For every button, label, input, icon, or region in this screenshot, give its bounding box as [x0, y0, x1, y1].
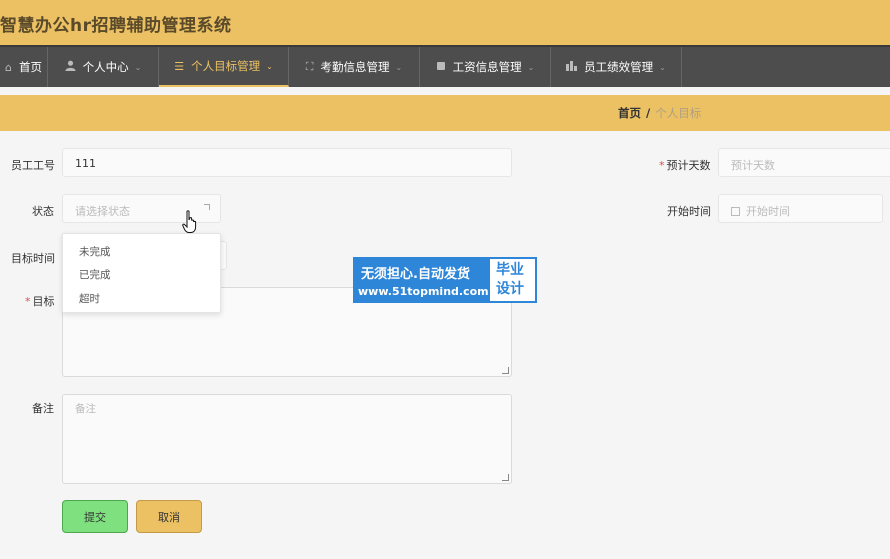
- nav-item-salary[interactable]: 工资信息管理 ⌄: [420, 47, 551, 87]
- nav-item-home[interactable]: ⌂ 首页: [0, 47, 48, 87]
- calendar-icon: [731, 207, 740, 216]
- start-time-placeholder: 开始时间: [746, 205, 790, 218]
- home-icon: ⌂: [5, 60, 12, 74]
- expected-days-field[interactable]: 预计天数: [718, 148, 890, 177]
- breadcrumb-home[interactable]: 首页: [618, 106, 641, 120]
- breadcrumb-separator: /: [646, 106, 651, 120]
- chevron-down-icon: ⌄: [527, 62, 535, 72]
- chart-icon: [566, 60, 578, 74]
- header: 智慧办公hr招聘辅助管理系统: [0, 0, 890, 45]
- nav-item-performance[interactable]: 员工绩效管理 ⌄: [551, 47, 682, 87]
- watermark-badge: 无须担心.自动发货 www.51topmind.com 毕业 设计: [353, 257, 537, 303]
- app-title: 智慧办公hr招聘辅助管理系统: [0, 16, 232, 36]
- nav-item-label: 员工绩效管理: [584, 60, 654, 74]
- employee-id-value: 111: [75, 157, 96, 170]
- chevron-down-icon: ⌄: [134, 62, 142, 72]
- fullscreen-icon: ⛶: [305, 60, 314, 73]
- nav-item-label: 考勤信息管理: [320, 60, 390, 74]
- status-dropdown: 未完成 已完成 超时: [62, 233, 221, 313]
- nav-item-personal-center[interactable]: 个人中心 ⌄: [48, 47, 159, 87]
- resize-handle-icon[interactable]: [502, 367, 509, 374]
- employee-id-label: 员工工号: [11, 159, 55, 172]
- nav-item-personal-goal[interactable]: ☰ 个人目标管理 ⌄: [159, 47, 289, 87]
- start-time-label: 开始时间: [667, 205, 711, 218]
- watermark-badge-line2: 设计: [496, 281, 524, 297]
- resize-handle-icon[interactable]: [502, 474, 509, 481]
- expected-days-placeholder: 预计天数: [731, 159, 775, 172]
- user-icon: [65, 60, 76, 74]
- cancel-button[interactable]: 取消: [136, 500, 202, 533]
- nav-item-label: 个人目标管理: [191, 59, 261, 73]
- remark-label: 备注: [32, 402, 54, 415]
- top-nav: ⌂ 首页 个人中心 ⌄ ☰ 个人目标管理 ⌄ ⛶ 考勤信息管理 ⌄ 工资信息管理…: [0, 45, 890, 87]
- expected-days-label: * 预计天数: [659, 159, 711, 172]
- hand-cursor-icon: [182, 210, 198, 238]
- status-option-complete[interactable]: 已完成: [79, 267, 111, 282]
- chevron-down-icon: ⌄: [395, 62, 403, 72]
- watermark-badge-line1: 毕业: [496, 262, 524, 278]
- app-root: 智慧办公hr招聘辅助管理系统 ⌂ 首页 个人中心 ⌄ ☰ 个人目标管理 ⌄ ⛶ …: [0, 0, 890, 559]
- start-time-picker[interactable]: 开始时间: [718, 194, 883, 223]
- target-label: * 目标: [25, 295, 55, 308]
- status-placeholder: 请选择状态: [75, 205, 130, 218]
- breadcrumb: 首页 / 个人目标: [618, 105, 701, 121]
- watermark-line2: www.51topmind.com: [358, 285, 489, 298]
- watermark-line1: 无须担心.自动发货: [361, 267, 470, 282]
- remark-placeholder: 备注: [75, 403, 96, 415]
- nav-item-attendance[interactable]: ⛶ 考勤信息管理 ⌄: [289, 47, 420, 87]
- employee-id-field[interactable]: 111: [62, 148, 512, 177]
- chevron-down-icon: ⌄: [266, 61, 273, 71]
- status-label: 状态: [32, 205, 54, 218]
- chevron-down-icon: [204, 204, 210, 210]
- target-time-label: 目标时间: [11, 252, 55, 265]
- breadcrumb-current: 个人目标: [655, 106, 702, 120]
- submit-button[interactable]: 提交: [62, 500, 128, 533]
- breadcrumb-bar: 首页 / 个人目标: [0, 95, 890, 131]
- nav-item-label: 工资信息管理: [452, 60, 522, 74]
- nav-item-label: 个人中心: [82, 60, 129, 74]
- nav-item-label: 首页: [18, 60, 42, 74]
- remark-textarea[interactable]: 备注: [62, 394, 512, 484]
- list-icon: ☰: [174, 59, 185, 73]
- status-option-timeout[interactable]: 超时: [79, 291, 100, 306]
- card-icon: [436, 61, 446, 74]
- status-option-incomplete[interactable]: 未完成: [79, 244, 111, 259]
- chevron-down-icon: ⌄: [659, 62, 666, 72]
